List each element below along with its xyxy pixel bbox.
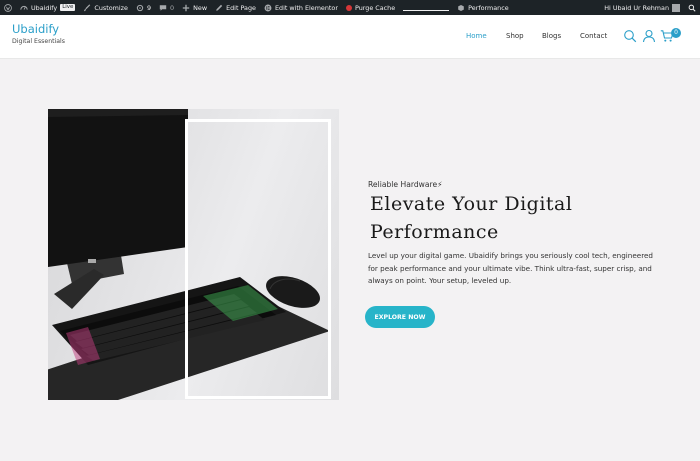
updates-count: 9 <box>146 3 152 12</box>
plus-icon <box>182 4 190 11</box>
performance-button[interactable]: Performance <box>453 0 513 15</box>
new-content-button[interactable]: New <box>178 0 211 15</box>
cache-status-icon <box>345 4 352 11</box>
site-name-menu[interactable]: Ubaidify Live <box>16 0 79 15</box>
search-icon[interactable] <box>623 29 637 43</box>
edit-elementor-label: Edit with Elementor <box>274 3 338 12</box>
performance-label: Performance <box>468 3 509 12</box>
purge-cache-label: Purge Cache <box>354 3 396 12</box>
cart-count-badge: 0 <box>671 28 681 38</box>
hero-headline-line2: Performance <box>370 221 499 243</box>
search-field-bar[interactable] <box>399 0 453 15</box>
elementor-icon <box>264 4 272 11</box>
customize-label: Customize <box>94 3 128 12</box>
nav-home[interactable]: Home <box>466 32 487 40</box>
comments-button[interactable]: 0 <box>155 0 178 15</box>
site-name: Ubaidify <box>31 3 58 12</box>
dashboard-icon <box>20 5 28 10</box>
comments-count: 0 <box>170 3 175 12</box>
wordpress-logo-button[interactable] <box>0 0 16 15</box>
nav-blogs[interactable]: Blogs <box>542 32 561 40</box>
new-label: New <box>193 3 208 12</box>
site-title[interactable]: Ubaidify <box>12 22 65 36</box>
brush-icon <box>84 3 91 11</box>
live-badge: Live <box>60 4 76 11</box>
site-tagline: Digital Essentials <box>12 38 65 45</box>
hero-headline-line1: Elevate Your Digital <box>370 193 573 215</box>
edit-with-elementor-button[interactable]: Edit with Elementor <box>260 0 342 15</box>
updates-button[interactable]: 9 <box>132 0 155 15</box>
search-icon <box>688 4 696 12</box>
site-branding[interactable]: Ubaidify Digital Essentials <box>12 22 65 45</box>
admin-bar: Ubaidify Live Customize 9 0 New Edit Pag… <box>0 0 700 15</box>
site-header: Ubaidify Digital Essentials Home Shop Bl… <box>0 15 700 59</box>
purge-cache-button[interactable]: Purge Cache <box>342 0 399 15</box>
nav-shop[interactable]: Shop <box>506 32 524 40</box>
performance-icon <box>458 4 464 11</box>
explore-now-button[interactable]: EXPLORE NOW <box>365 306 435 328</box>
decorative-frame <box>185 119 331 399</box>
pencil-icon <box>216 4 223 11</box>
greeting: Hi Ubaid Ur Rehman <box>604 3 669 12</box>
user-account-icon[interactable] <box>642 29 656 43</box>
hero-description: Level up your digital game. Ubaidify bri… <box>368 251 653 286</box>
update-icon <box>136 4 144 11</box>
account-menu[interactable]: Hi Ubaid Ur Rehman <box>600 0 684 15</box>
edit-page-button[interactable]: Edit Page <box>211 0 260 15</box>
avatar <box>672 3 680 12</box>
customize-button[interactable]: Customize <box>79 0 132 15</box>
nav-contact[interactable]: Contact <box>580 32 607 40</box>
admin-search-button[interactable] <box>684 0 700 15</box>
admin-search-underline <box>403 5 450 11</box>
hero-headline: Elevate Your Digital Performance <box>370 190 572 246</box>
edit-page-label: Edit Page <box>226 3 256 12</box>
wordpress-icon <box>4 3 12 12</box>
hero-tagline: Reliable Hardware⚡ <box>368 180 443 189</box>
comment-icon <box>159 4 167 11</box>
